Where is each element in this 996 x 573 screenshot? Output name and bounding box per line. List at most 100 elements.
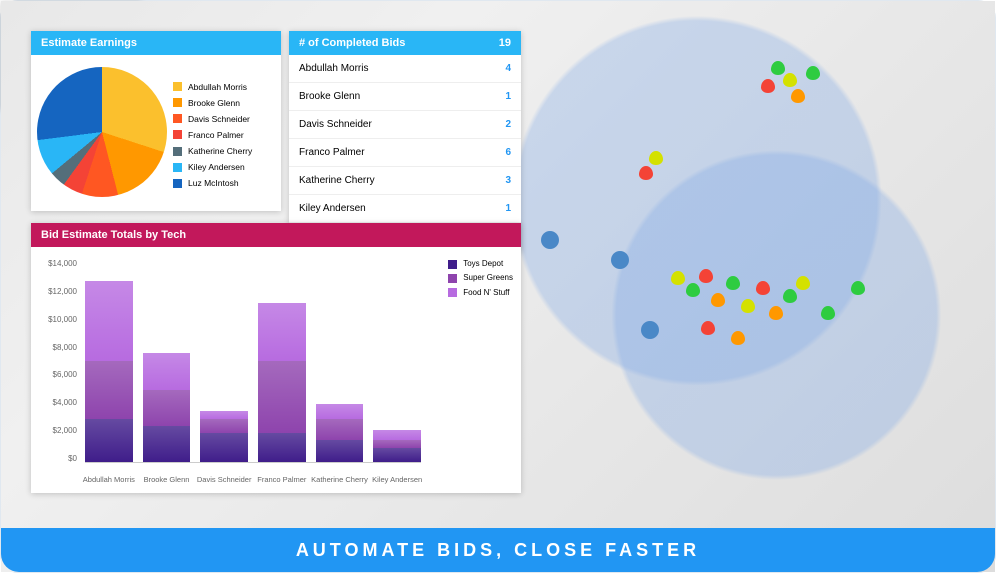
bar-column[interactable]: Davis Schneider: [200, 259, 248, 462]
y-tick: $0: [68, 454, 77, 463]
y-tick: $10,000: [48, 315, 77, 324]
legend-item[interactable]: Brooke Glenn: [173, 95, 252, 111]
bar-segment: [316, 419, 364, 441]
bar-segment: [85, 281, 133, 361]
bid-name: Katherine Cherry: [299, 175, 375, 186]
panel-header: Estimate Earnings: [31, 31, 281, 55]
bar-column[interactable]: Kiley Andersen: [373, 259, 421, 462]
legend-item[interactable]: Kiley Andersen: [173, 159, 252, 175]
map-pin[interactable]: [769, 306, 783, 324]
y-tick: $6,000: [53, 370, 77, 379]
legend-item[interactable]: Toys Depot: [448, 257, 513, 271]
bid-name: Kiley Andersen: [299, 203, 366, 214]
y-tick: $2,000: [53, 426, 77, 435]
map-pin[interactable]: [639, 166, 653, 184]
map-pin[interactable]: [783, 289, 797, 307]
map-pin[interactable]: [741, 299, 755, 317]
legend-item[interactable]: Luz McIntosh: [173, 175, 252, 191]
legend-label: Katherine Cherry: [188, 143, 252, 159]
legend-item[interactable]: Katherine Cherry: [173, 143, 252, 159]
pie-legend: Abdullah MorrisBrooke GlennDavis Schneid…: [173, 73, 258, 192]
bid-name: Brooke Glenn: [299, 91, 360, 102]
bar-label: Kiley Andersen: [372, 475, 422, 484]
y-axis: $14,000$12,000$10,000$8,000$6,000$4,000$…: [37, 259, 77, 463]
legend-item[interactable]: Super Greens: [448, 271, 513, 285]
map-pin[interactable]: [711, 293, 725, 311]
legend-label: Super Greens: [463, 271, 513, 285]
bid-name: Franco Palmer: [299, 147, 365, 158]
map-pin[interactable]: [791, 89, 805, 107]
bid-value: 2: [505, 119, 511, 130]
y-tick: $12,000: [48, 287, 77, 296]
map-pin[interactable]: [796, 276, 810, 294]
map-pin[interactable]: [756, 281, 770, 299]
bid-value: 6: [505, 147, 511, 158]
table-row[interactable]: Katherine Cherry3: [289, 167, 521, 195]
tech-marker[interactable]: [641, 321, 659, 339]
bar-segment: [85, 361, 133, 419]
map-pin[interactable]: [699, 269, 713, 287]
table-row[interactable]: Brooke Glenn 1: [289, 83, 521, 111]
map-pin[interactable]: [726, 276, 740, 294]
table-row[interactable]: Abdullah Morris 4: [289, 55, 521, 83]
map-pin[interactable]: [821, 306, 835, 324]
map-pin[interactable]: [686, 283, 700, 301]
map-pin-layer: [521, 21, 985, 512]
bar-column[interactable]: Abdullah Morris: [85, 259, 133, 462]
bar-segment: [373, 430, 421, 440]
panel-title: # of Completed Bids: [299, 37, 405, 49]
map-pin[interactable]: [701, 321, 715, 339]
table-row[interactable]: Davis Schneider 2: [289, 111, 521, 139]
bid-name: Abdullah Morris: [299, 63, 368, 74]
legend-item[interactable]: Davis Schneider: [173, 111, 252, 127]
bar-column[interactable]: Franco Palmer: [258, 259, 306, 462]
bar-chart[interactable]: Abdullah MorrisBrooke GlennDavis Schneid…: [85, 259, 421, 463]
swatch-icon: [448, 288, 457, 297]
bar-segment: [200, 419, 248, 434]
swatch-icon: [173, 98, 182, 107]
bar-segment: [200, 433, 248, 462]
bar-segment: [316, 440, 364, 462]
legend-label: Kiley Andersen: [188, 159, 245, 175]
bid-name: Davis Schneider: [299, 119, 372, 130]
table-row[interactable]: Franco Palmer 6: [289, 139, 521, 167]
bar-column[interactable]: Katherine Cherry: [316, 259, 364, 462]
bar-label: Abdullah Morris: [83, 475, 135, 484]
footer-text: AUTOMATE BIDS, CLOSE FASTER: [296, 540, 700, 561]
pie-chart[interactable]: [37, 67, 167, 197]
swatch-icon: [448, 260, 457, 269]
tech-marker[interactable]: [611, 251, 629, 269]
bid-value: 1: [505, 91, 511, 102]
legend-item[interactable]: Franco Palmer: [173, 127, 252, 143]
bids-total: 19: [499, 37, 511, 49]
bar-segment: [258, 361, 306, 434]
bid-value: 4: [505, 63, 511, 74]
map-pin[interactable]: [671, 271, 685, 289]
y-tick: $14,000: [48, 259, 77, 268]
bar-segment: [143, 426, 191, 462]
tech-marker[interactable]: [541, 231, 559, 249]
panel-title: Estimate Earnings: [41, 37, 137, 49]
completed-bids-panel: # of Completed Bids 19 Abdullah Morris 4 B…: [289, 31, 521, 251]
map-pin[interactable]: [731, 331, 745, 349]
map-pin[interactable]: [761, 79, 775, 97]
panel-header: Bid Estimate Totals by Tech: [31, 223, 521, 247]
map-pin[interactable]: [851, 281, 865, 299]
bar-column[interactable]: Brooke Glenn: [143, 259, 191, 462]
panel-title: Bid Estimate Totals by Tech: [41, 229, 186, 241]
legend-item[interactable]: Abdullah Morris: [173, 79, 252, 95]
bar-legend: Toys DepotSuper GreensFood N' Stuff: [448, 257, 513, 300]
swatch-icon: [173, 114, 182, 123]
bar-segment: [373, 448, 421, 463]
bar-segment: [316, 404, 364, 419]
legend-label: Food N' Stuff: [463, 286, 509, 300]
legend-label: Abdullah Morris: [188, 79, 247, 95]
swatch-icon: [448, 274, 457, 283]
swatch-icon: [173, 147, 182, 156]
bar-label: Brooke Glenn: [144, 475, 190, 484]
table-row[interactable]: Kiley Andersen1: [289, 195, 521, 223]
bar-segment: [85, 419, 133, 463]
legend-label: Franco Palmer: [188, 127, 244, 143]
legend-item[interactable]: Food N' Stuff: [448, 286, 513, 300]
map-pin[interactable]: [806, 66, 820, 84]
